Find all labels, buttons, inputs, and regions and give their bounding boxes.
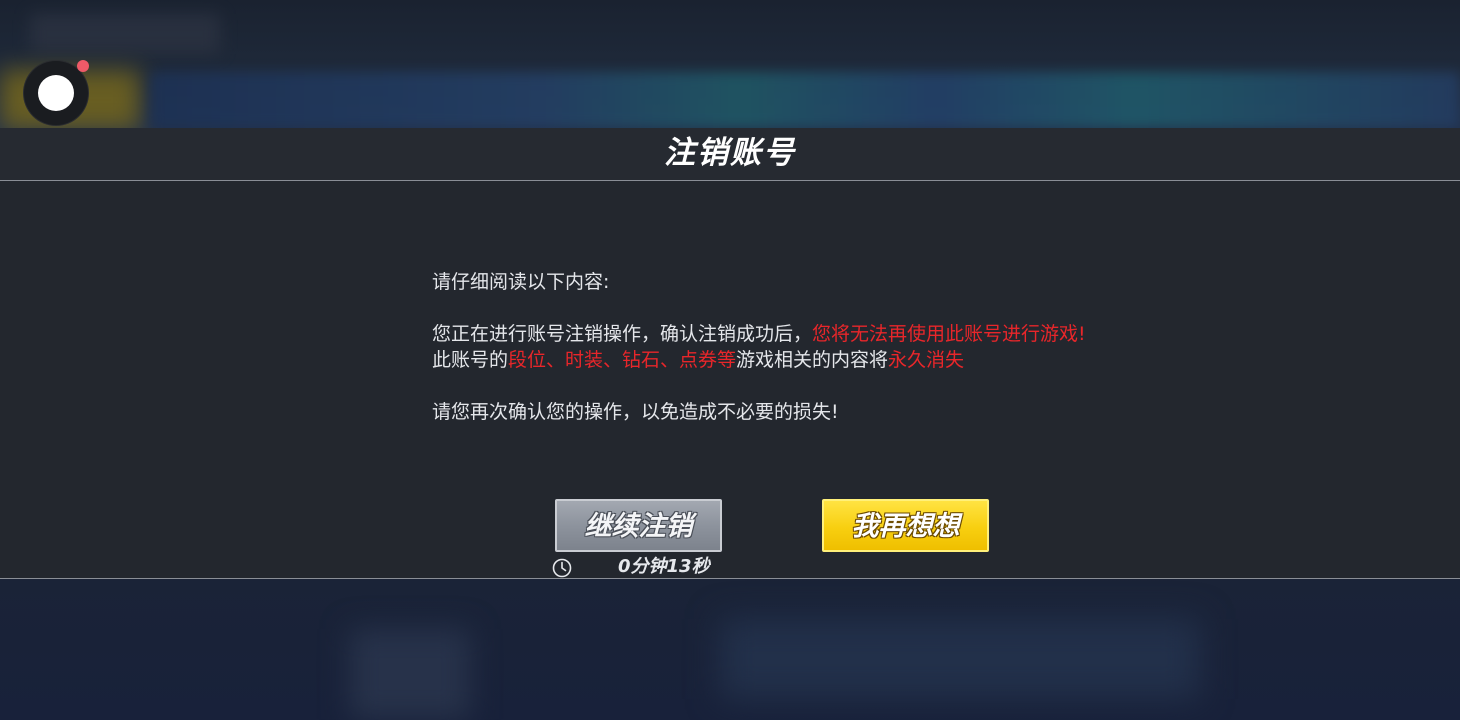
permanent-loss-highlight: 永久消失: [888, 349, 965, 371]
intro-text: 请仔细阅读以下内容:: [432, 271, 610, 293]
warning-line-2: 此账号的段位、时装、钻石、点券等游戏相关的内容将永久消失: [432, 349, 965, 371]
blurred-game-footer: [0, 579, 1460, 720]
countdown-timer: 0分钟13秒: [618, 556, 710, 577]
dialog-title: 注销账号: [664, 135, 796, 171]
divider: [0, 578, 1460, 579]
notification-dot: [77, 60, 89, 72]
warning-highlight: 您将无法再使用此账号进行游戏!: [812, 323, 1086, 345]
clock-icon: [552, 558, 572, 578]
blurred-game-header: [0, 0, 1460, 130]
warning-line-1: 您正在进行账号注销操作，确认注销成功后，您将无法再使用此账号进行游戏!: [432, 323, 1086, 345]
dialog-content: 请仔细阅读以下内容: 您正在进行账号注销操作，确认注销成功后，您将无法再使用此账…: [432, 269, 1192, 425]
lost-items-highlight: 段位、时装、钻石、点券等: [508, 349, 737, 371]
confirm-note: 请您再次确认您的操作，以免造成不必要的损失!: [432, 401, 839, 423]
game-screen: 注销账号 请仔细阅读以下内容: 您正在进行账号注销操作，确认注销成功后，您将无法…: [0, 0, 1460, 720]
reconsider-button[interactable]: 我再想想: [822, 499, 989, 552]
continue-deactivation-button[interactable]: 继续注销: [555, 499, 722, 552]
